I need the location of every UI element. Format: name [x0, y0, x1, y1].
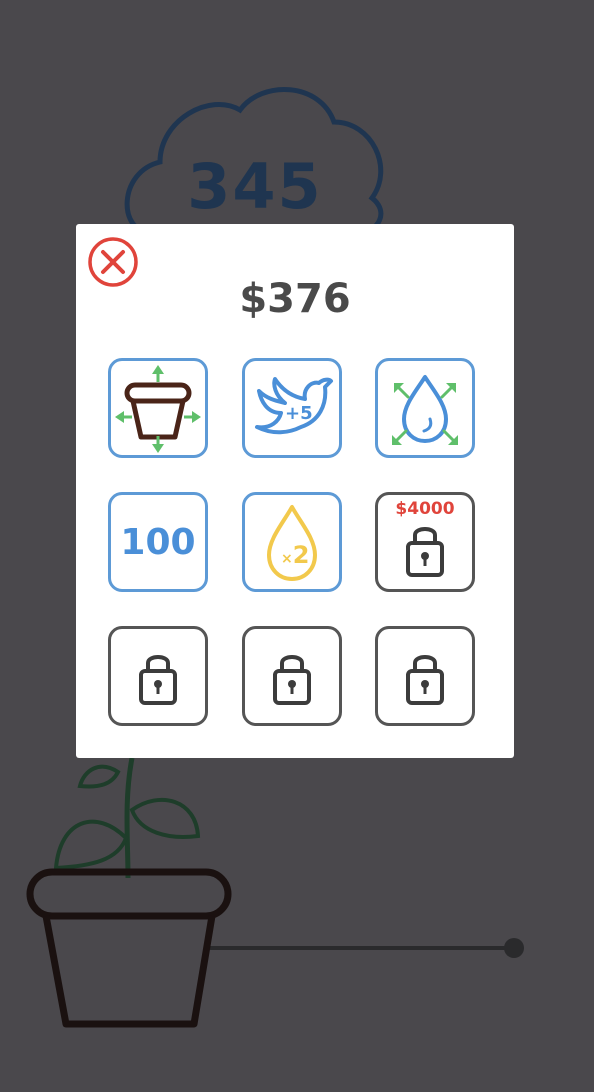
lock-icon	[406, 655, 444, 705]
lock-icon	[406, 527, 444, 577]
shop-modal: $376 +5 100 ×2 $4000	[76, 224, 514, 758]
hundred-label: 100	[120, 522, 196, 563]
shop-tile-locked-4000[interactable]: $4000	[375, 492, 475, 592]
shop-tile-locked-b[interactable]	[242, 626, 342, 726]
lock-icon	[273, 655, 311, 705]
shop-tile-hundred[interactable]: 100	[108, 492, 208, 592]
progress-knob	[504, 938, 524, 958]
bird-bonus-label: +5	[285, 403, 313, 424]
shop-tile-bird-bonus[interactable]: +5	[242, 358, 342, 458]
drop-expand-icon	[392, 375, 458, 445]
score-counter: 345	[187, 150, 323, 223]
shop-tile-locked-a[interactable]	[108, 626, 208, 726]
pot-expand-icon	[115, 365, 201, 453]
multiplier-x: ×	[281, 551, 293, 567]
shop-tile-drop-upgrade[interactable]	[375, 358, 475, 458]
lock-icon	[139, 655, 177, 705]
leaf-right	[129, 797, 201, 839]
leaf-top	[77, 764, 121, 789]
money-balance: $376	[239, 276, 351, 322]
shop-tile-pot-upgrade[interactable]	[108, 358, 208, 458]
pot-body	[42, 915, 216, 1028]
plant-stem	[124, 757, 135, 879]
leaf-left	[53, 819, 129, 871]
shop-tile-locked-c[interactable]	[375, 626, 475, 726]
multiplier-value: 2	[292, 541, 310, 569]
pot-rim	[26, 868, 232, 920]
multiplier-label: ×2	[281, 541, 309, 569]
shop-tile-drop-x2[interactable]: ×2	[242, 492, 342, 592]
